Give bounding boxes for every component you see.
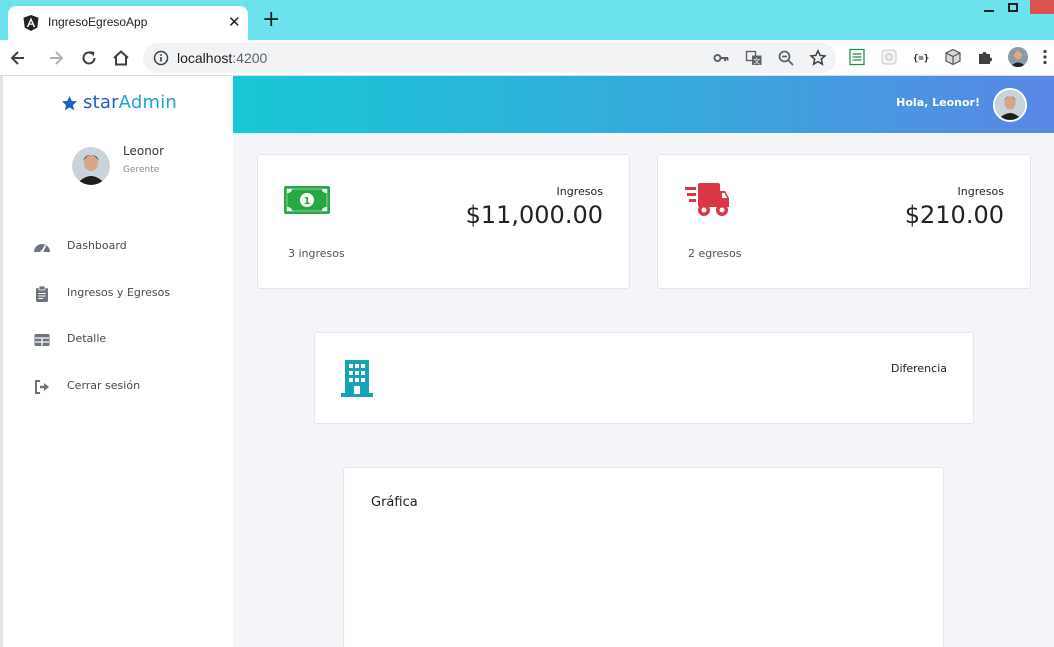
brand-name-part2: Admin (118, 92, 178, 113)
browser-tabstrip: IngresoEgresoApp ✕ + (0, 0, 1054, 40)
chart-title: Gráfica (371, 495, 418, 510)
card-label: Ingresos (957, 185, 1004, 198)
sidebar-item-dashboard[interactable]: Dashboard (3, 229, 233, 265)
key-icon[interactable] (712, 49, 730, 67)
delivery-truck-icon (685, 183, 729, 216)
address-bar[interactable]: localhost:4200 文 (143, 43, 836, 73)
table-icon (34, 334, 50, 346)
user-greeting: Hola, Leonor! (896, 96, 980, 109)
home-icon[interactable] (111, 48, 131, 68)
info-icon[interactable] (153, 50, 169, 66)
card-ingresos: 1 Ingresos $11,000.00 3 ingresos (257, 154, 630, 289)
tab-title: IngresoEgresoApp (48, 15, 148, 29)
back-icon[interactable] (8, 48, 28, 68)
card-subtitle: 2 egresos (688, 247, 742, 260)
card-label: Diferencia (890, 362, 947, 375)
browser-menu-icon[interactable] (1039, 48, 1051, 66)
card-value: $11,000.00 (465, 201, 603, 229)
svg-text:{=}: {=} (913, 54, 929, 64)
clipboard-icon (36, 285, 48, 302)
new-tab-button[interactable]: + (262, 9, 280, 31)
tab-close-button[interactable]: ✕ (228, 13, 241, 31)
building-icon (341, 360, 373, 397)
sidebar-item-label: Ingresos y Egresos (67, 286, 171, 299)
sidebar-item-label: Detalle (67, 332, 107, 345)
card-label: Ingresos (556, 185, 603, 198)
brand-name: starAdmin (83, 92, 177, 113)
sidebar-item-ingresos-egresos[interactable]: Ingresos y Egresos (3, 276, 233, 312)
zoom-out-icon[interactable] (777, 49, 795, 67)
user-role: Gerente (123, 165, 160, 175)
main-content: 1 Ingresos $11,000.00 3 ingresos Ingreso… (233, 133, 1054, 647)
user-name: Leonor (123, 144, 165, 158)
forward-icon[interactable] (46, 48, 66, 68)
close-window-button[interactable] (1030, 0, 1054, 14)
reload-icon[interactable] (79, 48, 99, 68)
sheets-extension-icon[interactable] (848, 48, 866, 66)
url-text: localhost:4200 (177, 50, 267, 66)
translate-icon[interactable]: 文 (745, 49, 763, 67)
logout-icon (35, 380, 49, 394)
bookmark-star-icon[interactable] (809, 49, 827, 67)
avatar-icon (1008, 47, 1028, 67)
cube-extension-icon[interactable] (944, 48, 962, 66)
angular-icon (23, 15, 39, 31)
card-diferencia: Diferencia (314, 332, 974, 424)
json-extension-icon[interactable]: {=} (912, 48, 930, 66)
sidebar-item-detalle[interactable]: Detalle (3, 322, 233, 358)
navbar-avatar[interactable] (993, 88, 1027, 122)
minimize-button[interactable] (982, 0, 996, 16)
card-egresos: Ingresos $210.00 2 egresos (657, 154, 1031, 289)
avatar-icon (72, 147, 110, 185)
maximize-button[interactable] (1008, 3, 1018, 12)
money-bill-icon: 1 (284, 186, 330, 214)
extensions-puzzle-icon[interactable] (976, 48, 994, 66)
sidebar: starAdmin Leonor Gerente Dashboard Ingre… (0, 76, 233, 647)
sidebar-item-label: Cerrar sesión (67, 379, 141, 392)
url-host: localhost (177, 50, 233, 66)
dashboard-icon (34, 244, 50, 254)
browser-toolbar: localhost:4200 文 {=} (0, 40, 1054, 76)
browser-tab[interactable]: IngresoEgresoApp ✕ (8, 6, 248, 40)
top-navbar: Hola, Leonor! (233, 76, 1054, 133)
avatar-icon (995, 90, 1025, 120)
card-subtitle: 3 ingresos (288, 247, 345, 260)
brand-name-part1: star (83, 92, 119, 113)
profile-avatar-icon[interactable] (1008, 47, 1028, 67)
card-grafica: Gráfica (343, 467, 944, 647)
card-value: $210.00 (904, 201, 1004, 229)
sidebar-item-label: Dashboard (67, 239, 127, 252)
extension-box-icon[interactable] (880, 48, 898, 66)
sidebar-item-cerrar-sesion[interactable]: Cerrar sesión (3, 369, 233, 405)
svg-text:1: 1 (304, 196, 311, 207)
user-avatar (72, 147, 110, 185)
star-icon (61, 95, 78, 111)
svg-text:文: 文 (753, 56, 760, 65)
url-port: :4200 (232, 50, 268, 66)
